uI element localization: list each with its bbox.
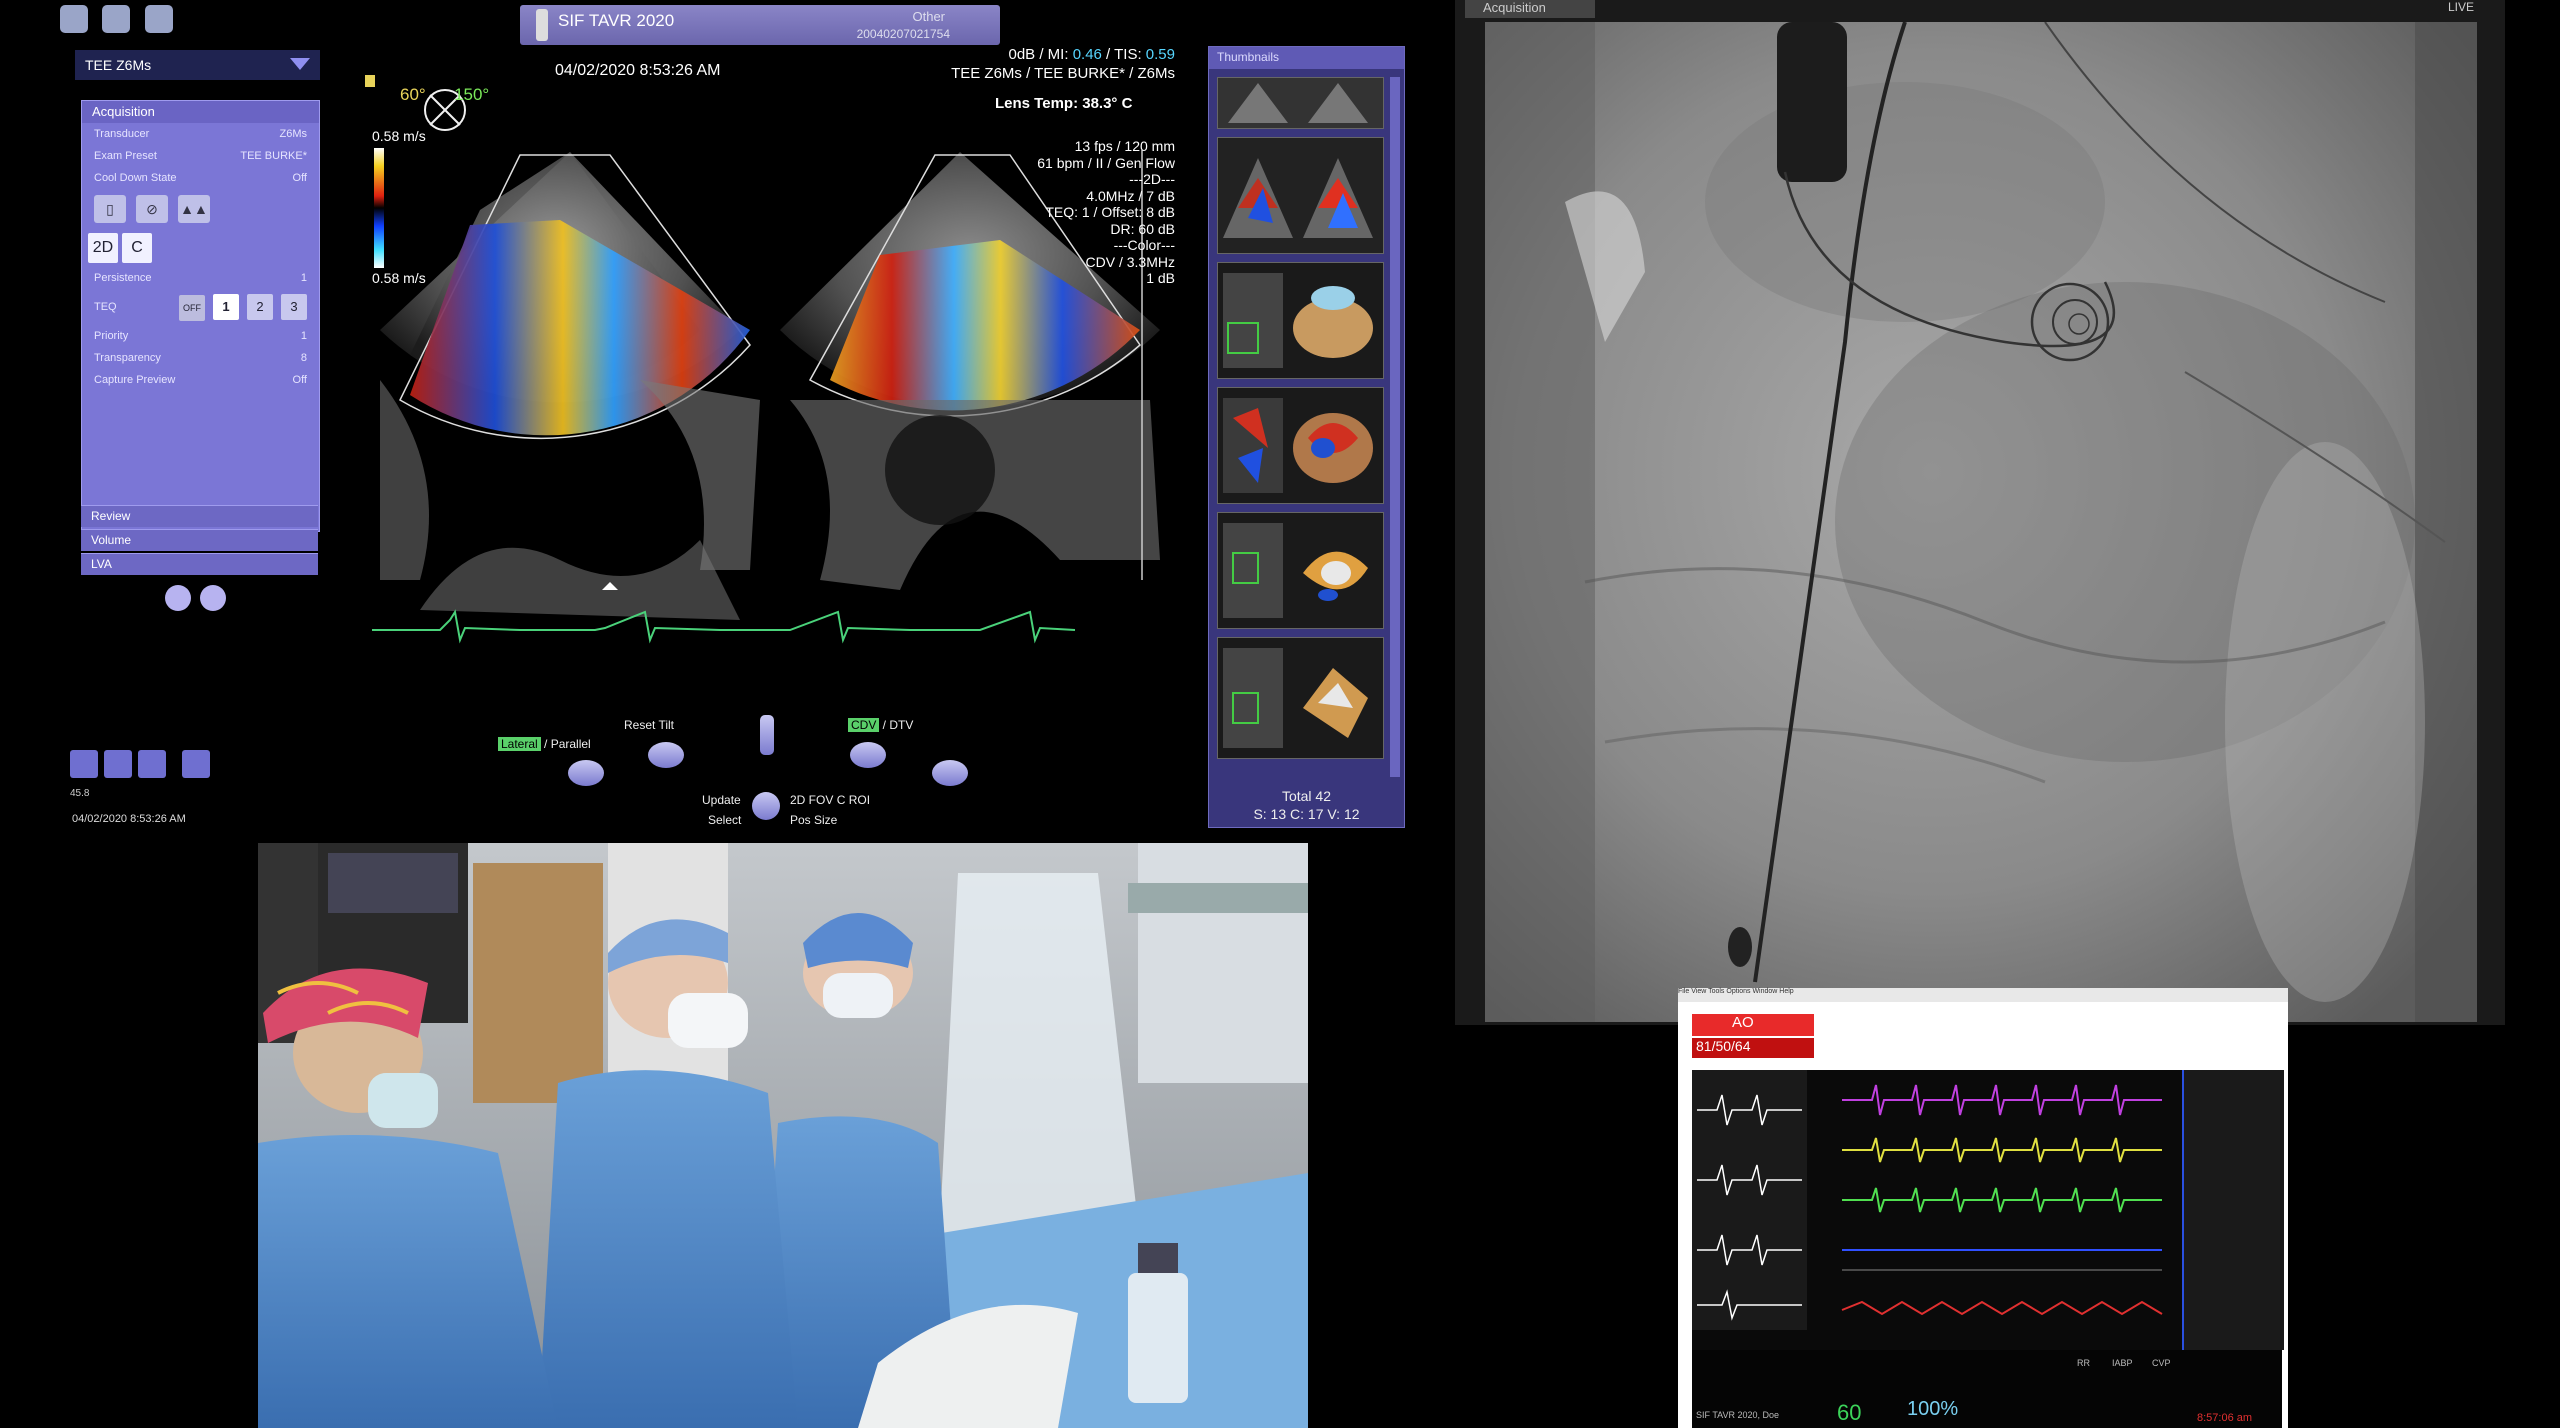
fov-option: 2D FOV <box>790 793 834 807</box>
bottom-toolbar <box>70 750 216 783</box>
col-iabp: IABP <box>2112 1358 2133 1368</box>
surgeon-center <box>538 1070 798 1428</box>
mi-label: 0dB / MI: <box>1008 46 1073 63</box>
select-label: Select <box>708 813 742 827</box>
acquisition-parameters: 13 fps / 120 mm 61 bpm / II / Gen Flow -… <box>960 138 1175 287</box>
waveform-traces <box>1692 1070 2182 1350</box>
tilt-slider[interactable] <box>760 715 774 755</box>
velocity-color-bar <box>374 148 384 268</box>
fluoroscopy-image <box>1485 22 2477 1022</box>
param-line: ---2D--- <box>1129 171 1175 187</box>
param-line: DR: 60 dB <box>1110 220 1175 237</box>
spo2: 100% <box>1907 1398 1959 1420</box>
thumbnail-item[interactable] <box>1217 637 1384 759</box>
param-line: CDV / 3.3MHz <box>1085 253 1175 270</box>
tee-probe <box>1777 22 1847 182</box>
ao-pressure-value: 81/50/64 <box>1692 1038 1814 1058</box>
echo-header-readout: 0dB / MI: 0.46 / TIS: 0.59 TEE Z6Ms / TE… <box>870 45 1175 83</box>
velocity-scale-top: 0.58 m/s <box>372 128 426 144</box>
thumbnail-item[interactable] <box>1217 262 1384 379</box>
monitor-side-panel <box>2182 1070 2284 1350</box>
thumbnail-breakdown: S: 13 C: 17 V: 12 <box>1253 806 1360 822</box>
roi-option: C ROI <box>836 793 871 807</box>
lateral-option: Lateral <box>498 737 541 751</box>
thumbnail-item[interactable] <box>1217 512 1384 629</box>
cdv-dtv-label: CDV / DTV <box>848 718 913 732</box>
thumbnail-header[interactable]: Thumbnails <box>1209 47 1404 69</box>
thumbnail-scrollbar[interactable] <box>1390 77 1400 777</box>
update-label: Update <box>702 793 741 807</box>
tis-label: / TIS: <box>1101 46 1146 63</box>
angle-secondary: 150° <box>454 85 490 104</box>
param-line: 61 bpm / II / Gen Flow <box>1037 154 1175 171</box>
preset-line: TEE Z6Ms / TEE BURKE* / Z6Ms <box>951 65 1175 82</box>
fluoroscopy-tab[interactable]: Acquisition <box>1465 0 1595 18</box>
monitor-title-bar: File View Tools Options Window Help <box>1678 988 2288 1002</box>
multiplane-angle: 60° 150° <box>400 85 489 105</box>
trackball-icon[interactable] <box>752 792 780 820</box>
caliper-icon[interactable] <box>70 750 98 778</box>
heart-rate: 60 <box>1837 1400 1862 1425</box>
monitor-footer: SIF TAVR 2020, Doe 60 100% RR IABP CVP 8… <box>1692 1350 2282 1428</box>
clock-icon[interactable] <box>182 750 210 778</box>
reset-tilt-knob[interactable] <box>648 742 684 768</box>
col-cvp: CVP <box>2152 1358 2171 1368</box>
param-line: ---Color--- <box>1113 237 1175 253</box>
reset-tilt-label: Reset Tilt <box>624 718 675 732</box>
mi-value: 0.46 <box>1072 46 1102 63</box>
lens-temperature: Lens Temp: 38.3° C <box>995 95 1133 112</box>
monitor-clock: 8:57:06 am <box>2197 1412 2253 1424</box>
live-indicator: LIVE <box>2448 0 2475 14</box>
lateral-knob[interactable] <box>568 760 604 786</box>
thumbnail-item[interactable] <box>1217 77 1384 129</box>
param-line: 1 dB <box>1146 270 1175 286</box>
lateral-parallel-label: Lateral / Parallel <box>498 737 591 751</box>
frame-rate-tag: 45.8 <box>70 788 90 799</box>
cdv-knob[interactable] <box>850 742 886 768</box>
echo-timestamp: 04/02/2020 8:53:26 AM <box>555 62 721 79</box>
thumbnail-item[interactable] <box>1217 387 1384 504</box>
probe-orientation-icon <box>365 75 375 87</box>
angle-primary: 60° <box>400 85 426 104</box>
velocity-scale-bottom: 0.58 m/s <box>372 270 426 286</box>
cdv-option: CDV <box>848 718 880 732</box>
pos-size-label: Pos Size <box>790 813 838 827</box>
thumbnail-item[interactable] <box>1217 137 1384 254</box>
procedure-camera-feed <box>258 843 1308 1428</box>
parallel-option: / Parallel <box>540 737 591 751</box>
system-datetime: 04/02/2020 8:53:26 AM <box>72 813 186 825</box>
mi-tis-line: 0dB / MI: 0.46 / TIS: 0.59 <box>870 45 1175 64</box>
color-gain-knob[interactable] <box>932 760 968 786</box>
param-line: TEQ: 1 / Offset: 8 dB <box>1045 204 1175 220</box>
case-name: SIF TAVR 2020, Doe <box>1696 1410 1780 1420</box>
ao-pressure-label: AO <box>1692 1014 1814 1036</box>
col-rr: RR <box>2077 1358 2090 1368</box>
thumbnail-panel: Thumbnails Total 42 S: 13 C: 17 V: 12 <box>1208 46 1405 828</box>
dtv-option: / DTV <box>879 718 914 732</box>
redo-icon[interactable] <box>138 750 166 778</box>
hemodynamic-monitor: File View Tools Options Window Help AO 8… <box>1678 988 2288 1428</box>
param-line: 13 fps / 120 mm <box>1074 138 1175 154</box>
thumbnail-totals: Total 42 S: 13 C: 17 V: 12 <box>1209 787 1404 823</box>
undo-icon[interactable] <box>104 750 132 778</box>
param-line: 4.0MHz / 7 dB <box>1086 187 1175 204</box>
thumbnail-total: Total 42 <box>1281 788 1332 804</box>
fov-roi-label: 2D FOV C ROI <box>790 793 870 807</box>
tis-value: 0.59 <box>1145 46 1175 63</box>
